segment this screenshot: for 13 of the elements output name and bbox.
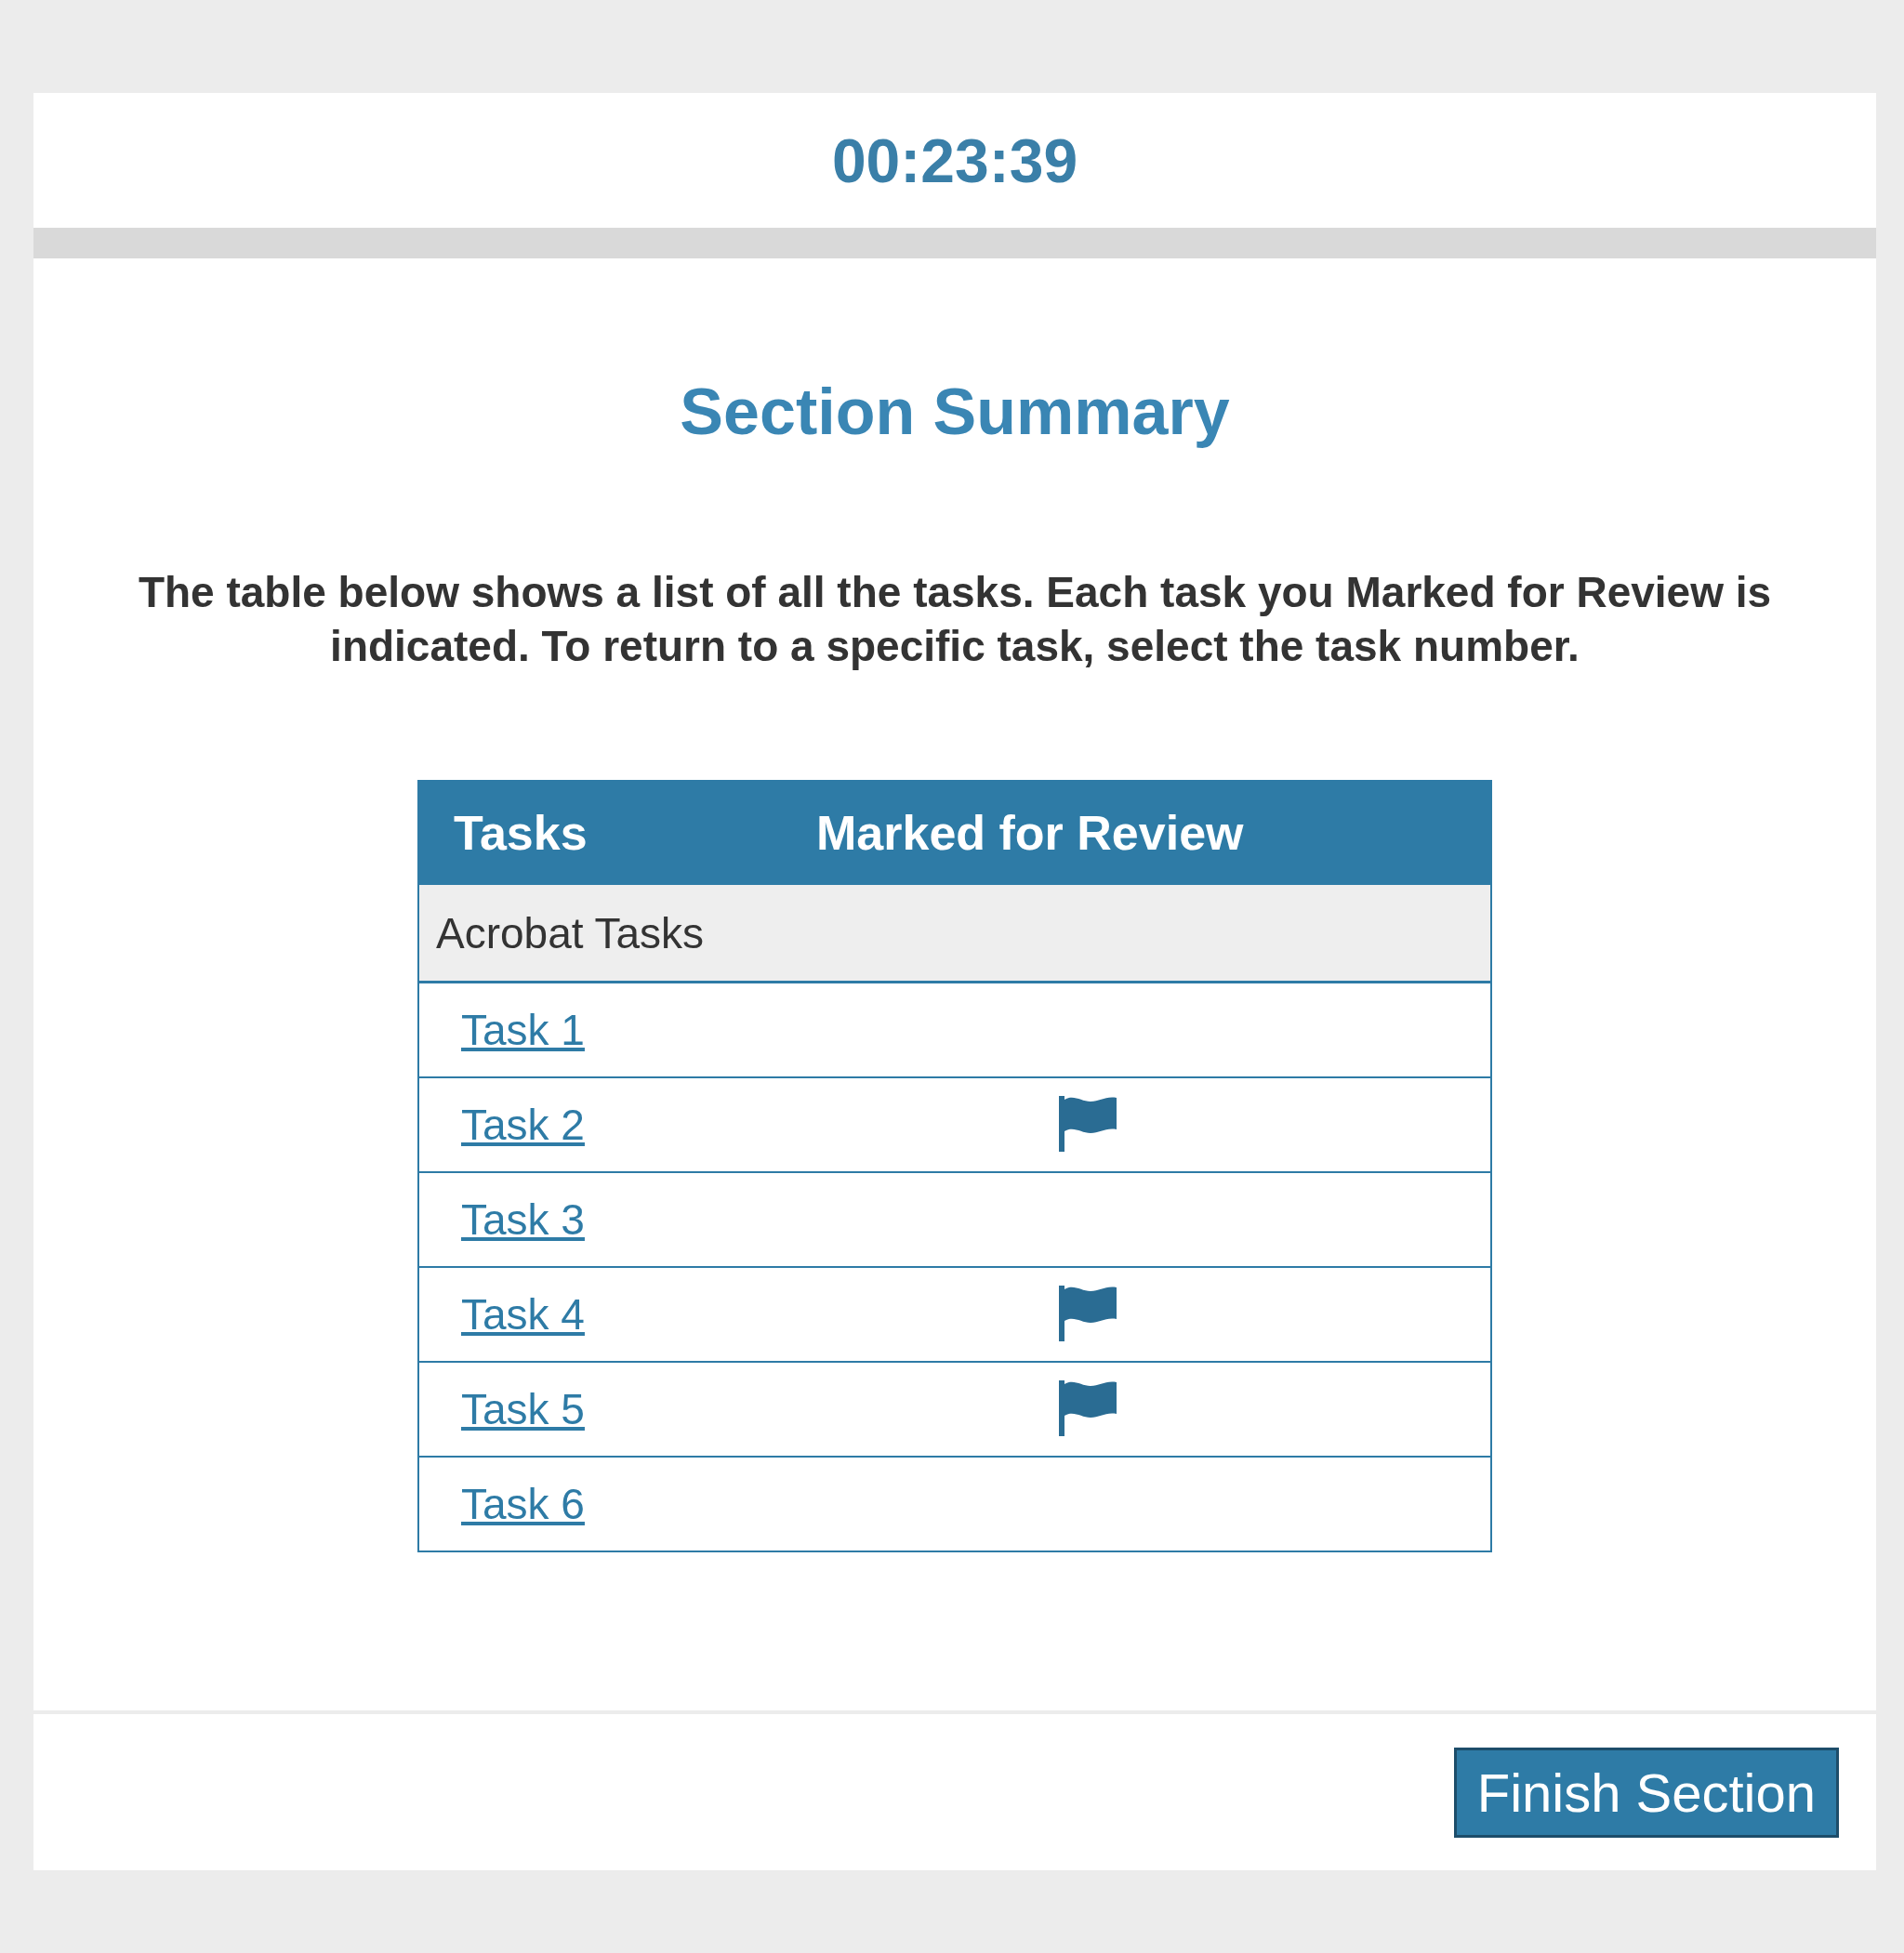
- timer: 00:23:39: [831, 125, 1078, 196]
- instructions-text: The table below shows a list of all the tasks. Each task you Marked for Review is indicated. To return to a specific task, select the task number.: [137, 567, 1773, 672]
- task-link[interactable]: Task 1: [461, 1006, 585, 1054]
- task-link[interactable]: Task 5: [461, 1385, 585, 1433]
- task-link[interactable]: Task 3: [461, 1195, 585, 1244]
- task-link[interactable]: Task 6: [461, 1480, 585, 1528]
- column-header: Tasks: [453, 804, 588, 861]
- section-title: Section Summary: [680, 375, 1230, 449]
- column-header: Marked for Review: [816, 804, 1244, 861]
- task-link[interactable]: Task 4: [461, 1290, 585, 1339]
- task-link[interactable]: Task 2: [461, 1101, 585, 1149]
- group-row: Acrobat Tasks: [419, 885, 1490, 983]
- finish-section-button[interactable]: Finish Section: [1453, 1747, 1839, 1838]
